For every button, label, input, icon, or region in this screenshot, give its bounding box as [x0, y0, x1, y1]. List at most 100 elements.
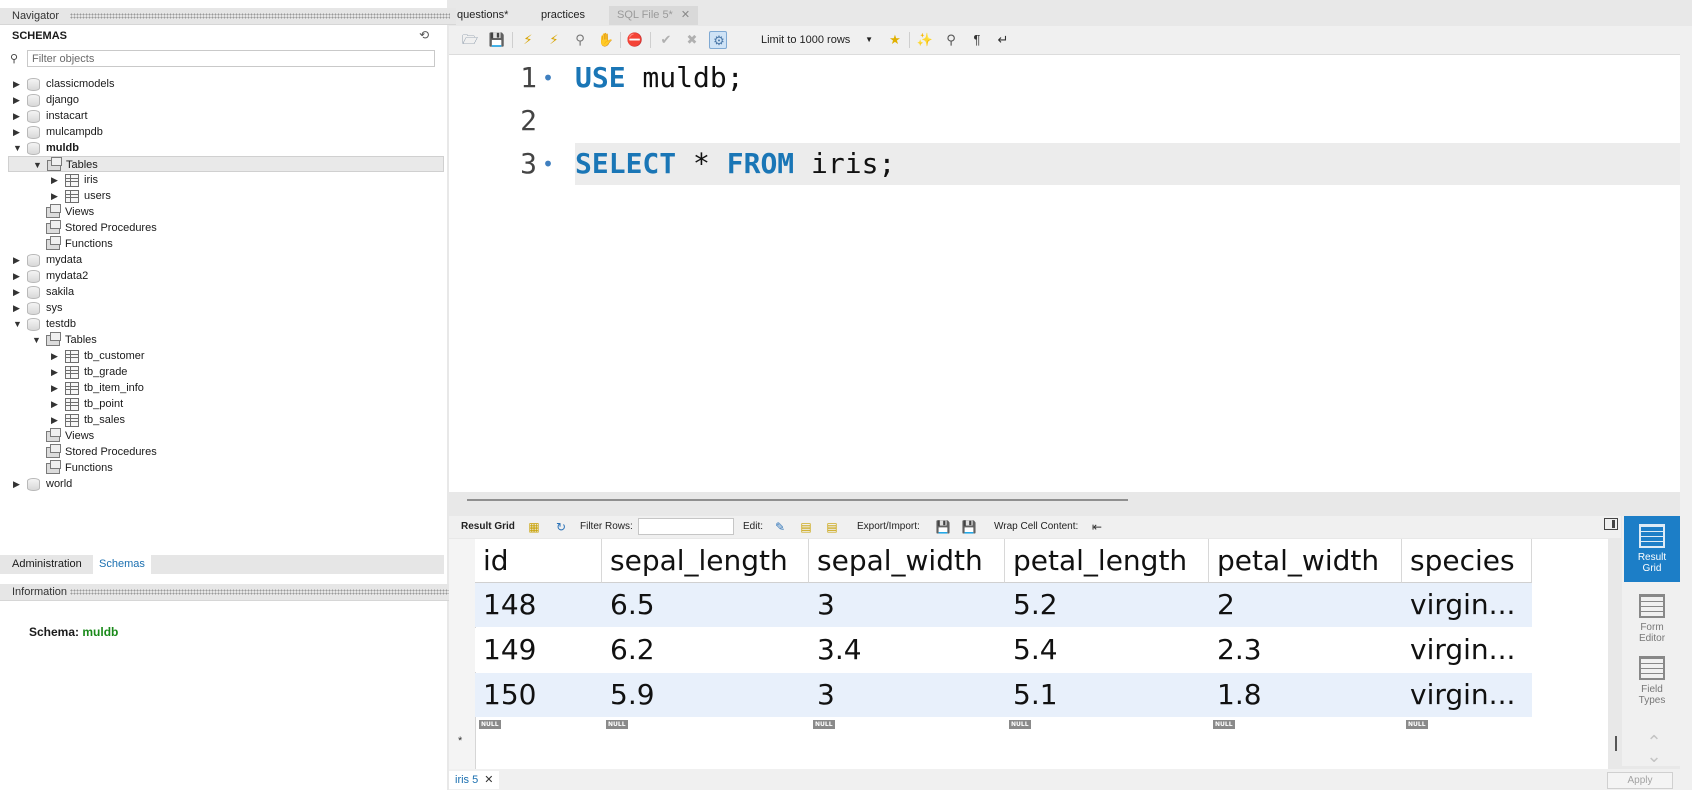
null-badge[interactable]: NULL	[1213, 720, 1235, 729]
panel-grip[interactable]	[70, 13, 450, 19]
delete-row-icon[interactable]: ▤	[824, 519, 840, 535]
collapsed-arrow-icon[interactable]: ▶	[13, 124, 23, 140]
tree-item-tables[interactable]: ▼ Tables	[0, 332, 444, 348]
stop-button[interactable]: ✋	[597, 31, 615, 49]
table-cell[interactable]: 2.3	[1209, 628, 1402, 672]
toggle-error-button[interactable]: ⛔	[626, 31, 644, 49]
tree-item-world[interactable]: ▶ world	[0, 476, 444, 492]
table-cell[interactable]: 1.8	[1209, 673, 1402, 717]
table-cell[interactable]: 6.5	[602, 583, 809, 627]
null-badge[interactable]: NULL	[479, 720, 501, 729]
column-header[interactable]: species	[1402, 539, 1532, 583]
explain-button[interactable]: ⚲	[571, 31, 589, 49]
refresh-schemas-icon[interactable]: ⟲	[419, 29, 433, 41]
autocommit-toggle[interactable]: ⚙	[709, 31, 727, 49]
tree-item-classicmodels[interactable]: ▶ classicmodels	[0, 76, 444, 92]
column-header[interactable]: sepal_width	[809, 539, 1005, 583]
close-icon[interactable]: ✕	[681, 9, 690, 21]
null-badge[interactable]: NULL	[1406, 720, 1428, 729]
code-line[interactable]: 3 • SELECT * FROM iris;	[449, 143, 1682, 185]
tree-item-tb-point[interactable]: ▶ tb_point	[0, 396, 444, 412]
apply-button[interactable]: Apply	[1607, 772, 1673, 789]
collapsed-arrow-icon[interactable]: ▶	[51, 188, 61, 204]
filter-rows-input[interactable]	[638, 518, 734, 535]
collapsed-arrow-icon[interactable]: ▶	[51, 412, 61, 428]
wrap-cell-icon[interactable]: ⇤	[1089, 519, 1105, 535]
table-cell[interactable]: 5.4	[1005, 628, 1209, 672]
table-cell[interactable]: virgin...	[1402, 673, 1532, 717]
filter-objects-input[interactable]	[27, 50, 435, 67]
tree-item-functions[interactable]: Functions	[0, 236, 444, 252]
table-cell[interactable]: 3.4	[809, 628, 1005, 672]
table-cell[interactable]: 5.9	[602, 673, 809, 717]
execute-button[interactable]: ⚡	[519, 31, 537, 49]
wrap-lines-button[interactable]: ↵	[994, 31, 1012, 49]
invisible-chars-button[interactable]: ¶	[968, 31, 986, 49]
export-icon[interactable]: 💾	[935, 519, 951, 535]
tab-questions[interactable]: questions*	[449, 6, 516, 25]
commit-button[interactable]: ✔	[657, 31, 675, 49]
null-badge[interactable]: NULL	[606, 720, 628, 729]
collapsed-arrow-icon[interactable]: ▶	[13, 284, 23, 300]
insert-row-icon[interactable]: ▤	[798, 519, 814, 535]
tree-item-views[interactable]: Views	[0, 428, 444, 444]
field-types-button[interactable]: Field Types	[1624, 648, 1680, 714]
expanded-arrow-icon[interactable]: ▼	[13, 140, 23, 156]
table-cell[interactable]: virgin...	[1402, 583, 1532, 627]
save-button[interactable]: 💾	[488, 31, 506, 49]
collapsed-arrow-icon[interactable]: ▶	[13, 300, 23, 316]
tree-item-muldb[interactable]: ▼ muldb	[0, 140, 444, 156]
table-cell[interactable]: 5.2	[1005, 583, 1209, 627]
toggle-side-panel-icon[interactable]	[1604, 518, 1618, 530]
import-icon[interactable]: 💾	[961, 519, 977, 535]
tree-item-mulcampdb[interactable]: ▶ mulcampdb	[0, 124, 444, 140]
result-tab[interactable]: iris 5 ✕	[449, 771, 500, 789]
tree-item-django[interactable]: ▶ django	[0, 92, 444, 108]
tree-item-tables[interactable]: ▼ Tables	[8, 156, 444, 172]
column-header[interactable]: id	[475, 539, 602, 583]
tab-sql-file-5[interactable]: SQL File 5* ✕	[609, 6, 699, 25]
null-badge[interactable]: NULL	[1009, 720, 1031, 729]
collapsed-arrow-icon[interactable]: ▶	[51, 364, 61, 380]
rollback-button[interactable]: ✖	[683, 31, 701, 49]
expanded-arrow-icon[interactable]: ▼	[33, 157, 43, 173]
tree-item-tb-grade[interactable]: ▶ tb_grade	[0, 364, 444, 380]
form-editor-button[interactable]: Form Editor	[1624, 586, 1680, 652]
edit-row-icon[interactable]: ✎	[772, 519, 788, 535]
tree-item-sakila[interactable]: ▶ sakila	[0, 284, 444, 300]
collapsed-arrow-icon[interactable]: ▶	[13, 268, 23, 284]
tree-item-views[interactable]: Views	[0, 204, 444, 220]
table-cell[interactable]: 148	[475, 583, 602, 627]
column-header[interactable]: sepal_length	[602, 539, 809, 583]
table-cell[interactable]: 3	[809, 583, 1005, 627]
find-button[interactable]: ⚲	[942, 31, 960, 49]
tab-administration[interactable]: Administration	[6, 555, 88, 574]
collapsed-arrow-icon[interactable]: ▶	[51, 348, 61, 364]
collapsed-arrow-icon[interactable]: ▶	[51, 172, 61, 188]
code-line[interactable]: 2	[449, 100, 1682, 142]
open-file-button[interactable]: 🗁	[461, 31, 479, 49]
result-grid-button[interactable]: Result Grid	[1624, 516, 1680, 582]
table-cell[interactable]: virgin...	[1402, 628, 1532, 672]
collapsed-arrow-icon[interactable]: ▶	[13, 108, 23, 124]
column-header[interactable]: petal_width	[1209, 539, 1402, 583]
table-cell[interactable]: 5.1	[1005, 673, 1209, 717]
tree-item-iris[interactable]: ▶ iris	[0, 172, 444, 188]
tab-practices[interactable]: practices	[533, 6, 593, 25]
table-cell[interactable]: 3	[809, 673, 1005, 717]
null-badge[interactable]: NULL	[813, 720, 835, 729]
table-cell[interactable]: 6.2	[602, 628, 809, 672]
panel-grip[interactable]	[70, 589, 450, 595]
add-snippet-button[interactable]: ★	[886, 31, 904, 49]
close-icon[interactable]: ✕	[484, 774, 493, 786]
tree-item-mydata2[interactable]: ▶ mydata2	[0, 268, 444, 284]
collapsed-arrow-icon[interactable]: ▶	[13, 476, 23, 492]
tree-item-tb-sales[interactable]: ▶ tb_sales	[0, 412, 444, 428]
column-header[interactable]: petal_length	[1005, 539, 1209, 583]
editor-horizontal-scrollbar[interactable]	[467, 499, 1128, 501]
expanded-arrow-icon[interactable]: ▼	[13, 316, 23, 332]
collapsed-arrow-icon[interactable]: ▶	[51, 380, 61, 396]
expanded-arrow-icon[interactable]: ▼	[32, 332, 42, 348]
tree-item-mydata[interactable]: ▶ mydata	[0, 252, 444, 268]
limit-rows-select[interactable]: Limit to 1000 rows ▼	[757, 31, 879, 49]
